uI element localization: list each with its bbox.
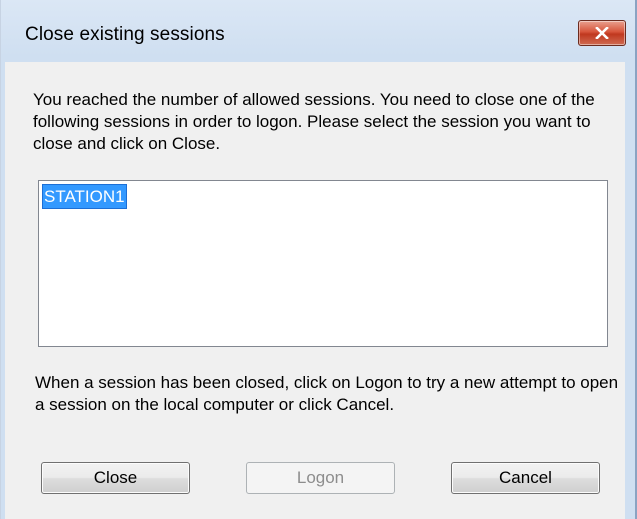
instruction-text: You reached the number of allowed sessio… bbox=[33, 90, 595, 153]
title-bar[interactable]: Close existing sessions bbox=[1, 0, 636, 60]
close-icon bbox=[595, 27, 609, 39]
cancel-button[interactable]: Cancel bbox=[451, 462, 600, 494]
sessions-listbox[interactable]: STATION1 bbox=[38, 180, 608, 347]
close-button[interactable]: Close bbox=[41, 462, 190, 494]
dialog-title: Close existing sessions bbox=[25, 24, 225, 45]
session-list-item[interactable]: STATION1 bbox=[42, 184, 127, 209]
session-name: STATION1 bbox=[44, 187, 125, 206]
hint-text: When a session has been closed, click on… bbox=[35, 373, 619, 414]
dialog-window: Close existing sessions You reached the … bbox=[0, 0, 637, 519]
title-close-button[interactable] bbox=[578, 20, 626, 46]
logon-button[interactable]: Logon bbox=[246, 462, 395, 494]
